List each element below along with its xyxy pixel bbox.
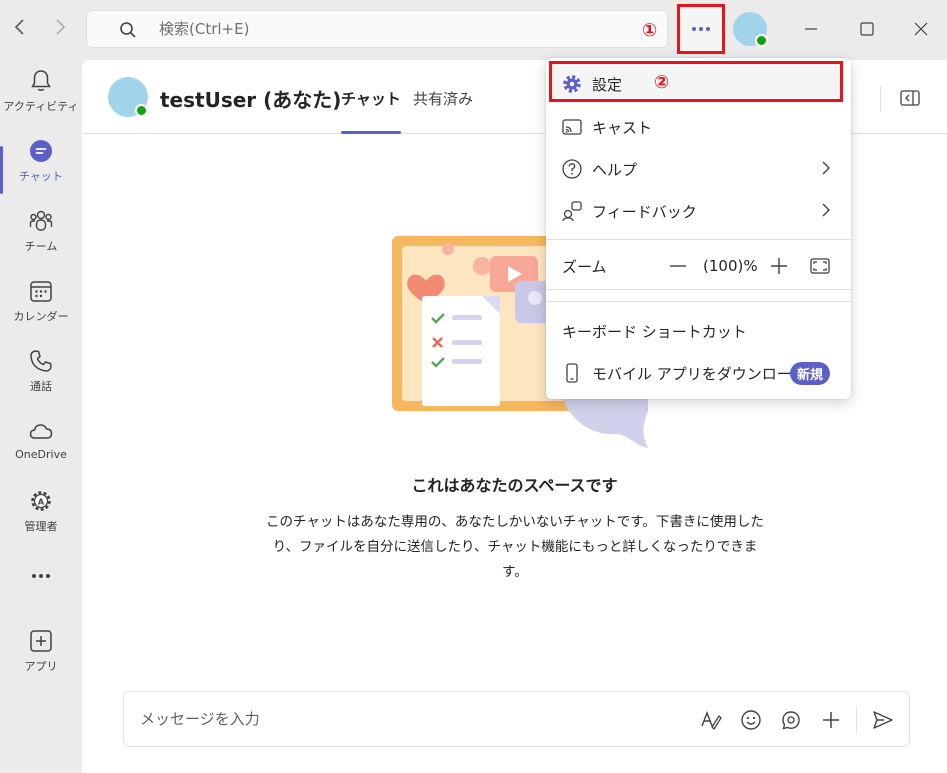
search-input[interactable]: [159, 11, 639, 47]
svg-text:A: A: [38, 498, 45, 507]
divider: [856, 706, 857, 734]
help-icon: [561, 158, 583, 180]
add-icon[interactable]: [820, 709, 842, 731]
title-bar: ①: [0, 0, 947, 60]
zoom-label: ズーム: [562, 257, 607, 276]
rail-item-label: OneDrive: [15, 448, 67, 461]
profile-avatar[interactable]: [733, 12, 768, 47]
menu-item-label: キャスト: [592, 118, 653, 137]
rail-item-chat[interactable]: チャット: [0, 138, 82, 200]
bell-icon: [31, 70, 51, 91]
rail-item-activity[interactable]: アクティビティ: [0, 68, 82, 130]
zoom-out-icon[interactable]: [667, 255, 689, 281]
presence-available-icon: [135, 104, 148, 117]
loop-icon[interactable]: [780, 709, 802, 731]
more-apps-icon: [32, 574, 50, 578]
more-options-menu: 設定 ② キャスト ヘルプ フィードバック ズーム (100)% キーボード シ…: [546, 58, 851, 399]
zoom-value: (100)%: [703, 257, 758, 275]
rail-item-label: アプリ: [24, 660, 58, 673]
emoji-icon[interactable]: [740, 709, 762, 731]
app-rail: アクティビティ チャット チーム カレンダー 通話 OneDrive A 管理者…: [0, 60, 82, 773]
menu-item-label: ヘルプ: [592, 160, 638, 179]
divider: [880, 86, 881, 112]
search-box[interactable]: [86, 10, 668, 48]
empty-state-title: これはあなたのスペースです: [411, 476, 618, 495]
phone-icon: [30, 350, 52, 372]
rail-item-label: チャット: [19, 170, 63, 183]
calendar-icon: [30, 281, 52, 302]
menu-item-label: フィードバック: [592, 202, 697, 221]
rail-item-admin[interactable]: A 管理者: [0, 488, 82, 550]
chat-title: testUser (あなた): [160, 88, 342, 112]
menu-item-settings[interactable]: 設定 ②: [546, 63, 851, 105]
more-dots-icon: [692, 27, 710, 31]
rail-item-teams[interactable]: チーム: [0, 208, 82, 270]
menu-item-label: キーボード ショートカット: [562, 322, 747, 341]
menu-separator: [546, 301, 851, 302]
cloud-icon: [29, 424, 53, 439]
empty-state-description: このチャットはあなた専用の、あなたしかいないチャットです。下書きに使用したり、フ…: [266, 514, 764, 580]
chat-icon: [30, 140, 52, 162]
tab-shared[interactable]: 共有済み: [413, 88, 473, 109]
admin-gear-icon: A: [31, 491, 51, 511]
menu-item-feedback[interactable]: フィードバック: [546, 190, 851, 232]
format-icon[interactable]: [700, 709, 722, 731]
menu-item-download-mobile[interactable]: モバイル アプリをダウンロード 新規: [546, 352, 851, 394]
chevron-right-icon[interactable]: [48, 16, 72, 40]
close-icon[interactable]: [910, 18, 932, 40]
menu-item-label: 設定: [592, 75, 623, 94]
mobile-phone-icon: [561, 362, 583, 384]
rail-item-calls[interactable]: 通話: [0, 348, 82, 410]
presence-available-icon: [755, 34, 768, 47]
annotation-2: ②: [654, 72, 670, 93]
menu-separator: [546, 289, 851, 290]
avatar[interactable]: [108, 77, 148, 117]
zoom-in-icon[interactable]: [768, 255, 790, 281]
minimize-icon[interactable]: [800, 18, 822, 40]
menu-separator: [546, 239, 851, 240]
rail-item-apps[interactable]: アプリ: [0, 628, 82, 690]
menu-item-zoom: ズーム (100)%: [546, 245, 851, 287]
rail-item-label: チーム: [24, 240, 58, 253]
message-composer[interactable]: [123, 691, 910, 747]
rail-item-label: 通話: [30, 380, 52, 393]
open-panel-icon[interactable]: [899, 87, 921, 113]
chevron-left-icon[interactable]: [8, 16, 32, 40]
cast-icon: [561, 116, 583, 138]
teams-icon: [29, 210, 53, 231]
feedback-icon: [561, 200, 583, 222]
fullscreen-icon[interactable]: [809, 255, 831, 281]
menu-item-cast[interactable]: キャスト: [546, 106, 851, 148]
gear-icon: [561, 73, 583, 95]
message-input[interactable]: [140, 692, 660, 746]
new-badge: 新規: [790, 362, 831, 385]
rail-item-onedrive[interactable]: OneDrive: [0, 418, 82, 480]
rail-item-label: アクティビティ: [3, 100, 79, 113]
menu-item-keyboard-shortcuts[interactable]: キーボード ショートカット: [546, 310, 851, 352]
send-icon[interactable]: [872, 709, 894, 731]
rail-item-label: カレンダー: [13, 310, 69, 323]
add-app-icon: [30, 630, 52, 652]
tab-chat[interactable]: チャット: [341, 88, 401, 134]
menu-item-label: モバイル アプリをダウンロード: [592, 364, 807, 383]
annotation-1: ①: [642, 20, 658, 41]
search-icon: [119, 21, 137, 43]
chevron-right-icon: [819, 201, 833, 223]
more-options-button[interactable]: [677, 4, 725, 54]
menu-item-help[interactable]: ヘルプ: [546, 148, 851, 190]
maximize-icon[interactable]: [856, 18, 878, 40]
rail-item-more[interactable]: [0, 568, 82, 598]
rail-item-label: 管理者: [24, 520, 58, 533]
rail-item-calendar[interactable]: カレンダー: [0, 278, 82, 340]
chevron-right-icon: [819, 159, 833, 181]
